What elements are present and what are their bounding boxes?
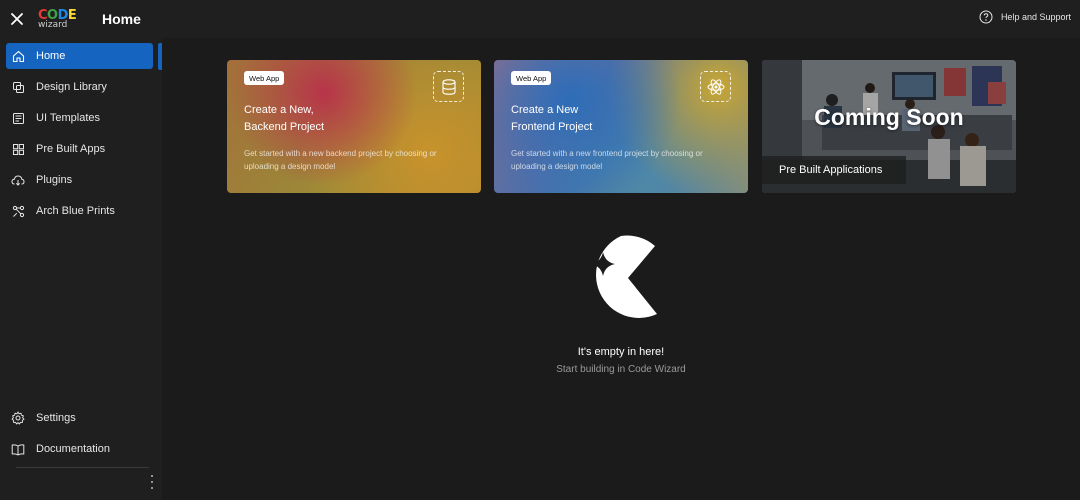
help-label: Help and Support <box>1000 12 1071 22</box>
empty-state: It's empty in here! Start building in Co… <box>162 234 1080 375</box>
book-icon <box>11 442 25 456</box>
sidebar-item-design-library[interactable]: Design Library <box>6 74 153 100</box>
sidebar-item-documentation[interactable]: Documentation <box>6 436 153 462</box>
sidebar-item-label: Arch Blue Prints <box>36 205 115 217</box>
kebab-dot <box>151 481 153 483</box>
react-atom-icon <box>700 71 731 102</box>
sidebar-item-label: Settings <box>36 412 76 424</box>
sidebar-item-ui-templates[interactable]: UI Templates <box>6 105 153 131</box>
sidebar-item-plugins[interactable]: Plugins <box>6 167 153 193</box>
empty-state-title: It's empty in here! <box>577 346 665 358</box>
sidebar-item-label: UI Templates <box>36 112 100 124</box>
close-button[interactable] <box>0 0 34 38</box>
close-icon <box>11 13 23 25</box>
web-app-badge: Web App <box>511 71 552 85</box>
card-title: Create a New Frontend Project <box>511 102 691 136</box>
main-content: Web App Create a New, Backend Project Ge… <box>162 38 1080 500</box>
sidebar-item-label: Pre Built Apps <box>36 143 106 155</box>
app-logo[interactable]: CODE wizard <box>38 9 90 30</box>
pre-built-applications-label: Pre Built Applications <box>762 156 906 184</box>
code-wizard-logo-icon <box>591 235 657 318</box>
coming-soon-title: Coming Soon <box>814 104 964 130</box>
card-title-line: Backend Project <box>244 121 325 133</box>
empty-state-subtitle: Start building in Code Wizard <box>556 364 686 375</box>
top-bar: CODE wizard Home Help and Support <box>0 0 1080 38</box>
more-options-button[interactable] <box>148 475 156 489</box>
sidebar-divider <box>16 467 149 468</box>
sidebar-bottom-nav: Settings Documentation <box>0 405 162 467</box>
sidebar-item-pre-built-apps[interactable]: Pre Built Apps <box>6 136 153 162</box>
help-and-support-link[interactable]: Help and Support <box>979 10 1071 24</box>
sidebar-item-label: Home <box>36 50 66 62</box>
pre-built-apps-icon <box>11 142 25 156</box>
kebab-dot <box>151 487 153 489</box>
card-title-line: Create a New, <box>244 104 314 116</box>
card-title: Create a New, Backend Project <box>244 102 424 136</box>
create-frontend-project-card[interactable]: Web App Create a New Frontend Project Ge… <box>494 60 748 193</box>
ui-templates-icon <box>11 111 25 125</box>
sidebar-item-home[interactable]: Home <box>6 43 153 69</box>
card-title-line: Frontend Project <box>511 121 593 133</box>
home-icon <box>11 49 25 63</box>
pre-built-applications-card[interactable]: Coming Soon Pre Built Applications <box>762 60 1016 193</box>
card-title-line: Create a New <box>511 104 579 116</box>
plugins-icon <box>11 173 25 187</box>
database-icon <box>433 71 464 102</box>
sidebar-item-label: Design Library <box>36 81 107 93</box>
card-description: Get started with a new backend project b… <box>244 149 437 171</box>
sidebar: Home Design Library UI Templates Pre Bui… <box>0 38 162 500</box>
create-backend-project-card[interactable]: Web App Create a New, Backend Project Ge… <box>227 60 481 193</box>
gear-icon <box>11 411 25 425</box>
sidebar-item-settings[interactable]: Settings <box>6 405 153 431</box>
help-icon <box>979 10 993 24</box>
design-library-icon <box>11 80 25 94</box>
sidebar-item-label: Documentation <box>36 443 110 455</box>
kebab-dot <box>151 475 153 477</box>
sidebar-nav: Home Design Library UI Templates Pre Bui… <box>0 43 162 224</box>
web-app-badge: Web App <box>244 71 285 85</box>
sidebar-item-arch-blue-prints[interactable]: Arch Blue Prints <box>6 198 153 224</box>
sidebar-item-label: Plugins <box>36 174 73 186</box>
arch-blueprints-icon <box>11 204 25 218</box>
logo-subword: wizard <box>38 19 68 30</box>
page-title: Home <box>102 11 141 27</box>
card-description: Get started with a new frontend project … <box>511 149 703 171</box>
